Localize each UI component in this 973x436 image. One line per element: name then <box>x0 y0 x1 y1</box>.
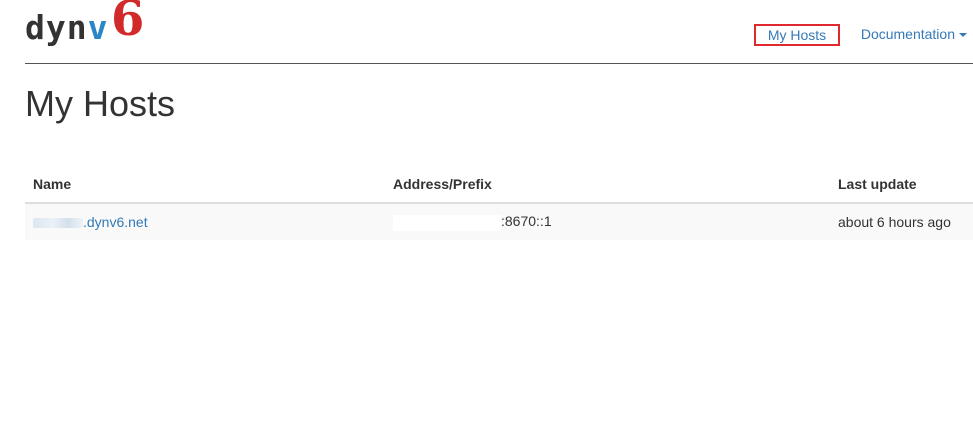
brand-wordmark: dynv <box>25 8 109 47</box>
host-address-value: :8670::1 <box>501 213 552 230</box>
host-name-cell: .dynv6.net <box>25 203 385 240</box>
redacted-text <box>33 218 83 229</box>
navbar: dynv 6 My Hosts Documentation <box>25 0 973 64</box>
page: dynv 6 My Hosts Documentation My Hosts N… <box>0 0 973 436</box>
column-header-name: Name <box>25 166 385 204</box>
nav-documentation-dropdown[interactable]: Documentation <box>861 23 967 45</box>
caret-down-icon <box>959 33 967 38</box>
page-title: My Hosts <box>25 83 176 124</box>
host-name-link[interactable]: .dynv6.net <box>33 214 148 230</box>
column-header-last-update: Last update <box>830 166 973 204</box>
hosts-table: Name Address/Prefix Last update .dynv6.n… <box>25 166 973 240</box>
brand-six: 6 <box>111 0 145 47</box>
table-row: .dynv6.net :8670::1 about 6 hours ago <box>25 203 973 240</box>
host-address-cell: :8670::1 <box>385 203 830 240</box>
nav-documentation-label: Documentation <box>860 26 955 42</box>
nav-my-hosts-link[interactable]: My Hosts <box>754 24 840 46</box>
host-last-update-cell: about 6 hours ago <box>830 203 973 240</box>
column-header-address: Address/Prefix <box>385 166 830 204</box>
table-header-row: Name Address/Prefix Last update <box>25 166 973 204</box>
redacted-text <box>393 214 501 231</box>
